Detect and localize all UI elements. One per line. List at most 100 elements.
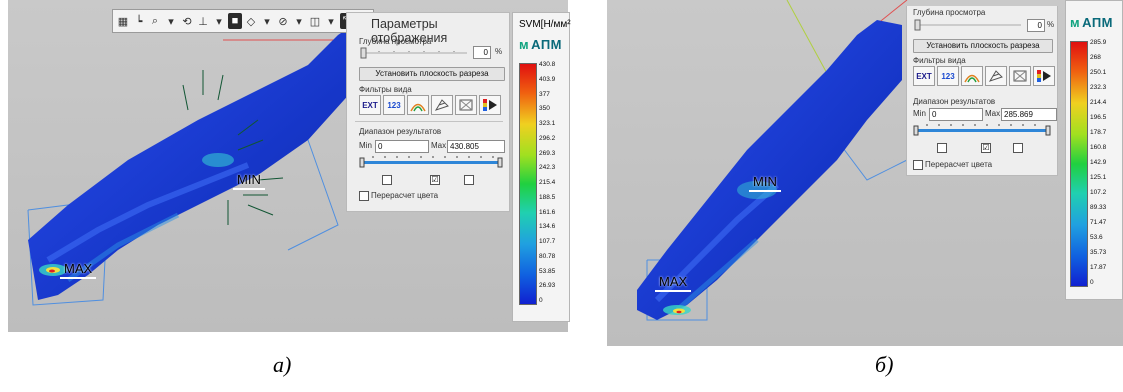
legend-tick-label: 17.87 [1090, 264, 1107, 271]
legend-tick-label: 430.8 [539, 61, 556, 68]
apm-logo-icon: ᴍ [519, 37, 530, 52]
min-marker: MIN [749, 174, 781, 192]
legend-tick-label: 269.3 [539, 149, 556, 157]
range-slider[interactable] [359, 154, 503, 168]
section-icon[interactable]: ◫ [308, 13, 322, 29]
legend-tick-label: 242.3 [539, 164, 556, 172]
legend-unit: SVM[Н/мм² [519, 19, 571, 30]
max-marker: MAX [59, 261, 97, 279]
filter-play-icon[interactable] [479, 95, 501, 115]
recalc-color-label: Перерасчет цвета [925, 160, 993, 169]
legend-tick-label: 0 [539, 297, 543, 304]
checkbox-2[interactable]: ☑ [981, 143, 991, 153]
filter-123-button[interactable]: 123 [383, 95, 405, 115]
legend-tick-label: 350 [539, 105, 550, 113]
legend-tick-label: 250.1 [1090, 69, 1107, 76]
orientation-icon[interactable]: ⊥ [196, 13, 210, 29]
legend-tick-label: 26.93 [539, 282, 556, 290]
legend-tick-label: 89.33 [1090, 204, 1107, 211]
depth-input[interactable]: 0 [1027, 19, 1045, 32]
recalc-color-checkbox[interactable] [913, 160, 923, 170]
filter-contour-icon[interactable] [407, 95, 429, 115]
depth-unit: % [495, 47, 503, 56]
display-params-panel: Глубина просмотра 0 % Установить плоскос… [906, 6, 1058, 176]
min-input[interactable]: 0 [375, 140, 429, 153]
depth-slider[interactable] [913, 18, 1023, 32]
max-label: Max [431, 141, 447, 150]
dropdown-arrow-icon[interactable]: ▾ [292, 13, 306, 29]
wireframe-view-icon[interactable]: ◇ [244, 13, 258, 29]
legend-tick-label: 285.9 [1090, 39, 1107, 46]
axes-icon[interactable]: ┕ [132, 13, 146, 29]
filter-mesh-icon[interactable] [985, 66, 1007, 86]
depth-label: Глубина просмотра [913, 8, 986, 17]
color-legend-a: SVM[Н/мм² ᴍ АПМ 430.8 403.9 377 350 323.1 296.… [512, 12, 571, 322]
caption-b: б) [875, 352, 894, 377]
results-range-label: Диапазон результатов [913, 97, 996, 106]
legend-tick-label: 403.9 [539, 75, 556, 83]
min-label: Min [913, 109, 926, 118]
depth-label: Глубина просмотра [359, 37, 432, 46]
apm-logo: ᴍ АПМ [1070, 15, 1113, 30]
filter-123-button[interactable]: 123 [937, 66, 959, 86]
view-toolbar: ▦ ┕ ⌕ ▾ ⟲ ⊥ ▾ ■ ◇ ▾ ⊘ ▾ ◫ ▾ ⤡ ⋮ [112, 9, 374, 33]
dropdown-arrow-icon[interactable]: ▾ [260, 13, 274, 29]
zoom-icon[interactable]: ⌕ [148, 13, 162, 29]
set-section-plane-button[interactable]: Установить плоскость разреза [359, 67, 505, 81]
filter-wire-icon[interactable] [455, 95, 477, 115]
shaded-view-icon[interactable]: ■ [228, 13, 242, 29]
set-section-plane-button[interactable]: Установить плоскость разреза [913, 39, 1053, 53]
legend-tick-label: 53.85 [539, 267, 556, 275]
apm-brand-text: АПМ [531, 37, 563, 52]
checkbox-3[interactable] [1013, 143, 1023, 153]
display-params-panel: Параметры отображения Глубина просмотра … [346, 12, 510, 212]
range-slider[interactable] [913, 122, 1051, 136]
max-input[interactable]: 430.805 [447, 140, 505, 153]
dropdown-arrow-icon[interactable]: ▾ [212, 13, 226, 29]
legend-color-bar [1070, 41, 1088, 287]
legend-color-bar [519, 63, 537, 305]
dropdown-arrow-icon[interactable]: ▾ [164, 13, 178, 29]
rotate-icon[interactable]: ⟲ [180, 13, 194, 29]
filter-contour-icon[interactable] [961, 66, 983, 86]
figure-a: MIN MAX ▦ ┕ ⌕ ▾ ⟲ ⊥ ▾ ■ ◇ ▾ ⊘ ▾ ◫ ▾ ⤡ ⋮ … [8, 0, 571, 377]
checkbox-3[interactable] [464, 175, 474, 185]
apm-logo-icon: ᴍ [1070, 15, 1081, 30]
dropdown-arrow-icon[interactable]: ▾ [324, 13, 338, 29]
legend-tick-label: 80.78 [539, 252, 556, 260]
max-input[interactable]: 285.869 [1001, 108, 1057, 121]
view-filters-label: Фильтры вида [359, 85, 412, 94]
depth-slider[interactable] [359, 46, 469, 60]
min-input[interactable]: 0 [929, 108, 983, 121]
legend-tick-label: 161.6 [539, 208, 556, 216]
legend-tick-label: 125.1 [1090, 174, 1107, 181]
legend-tick-label: 107.2 [1090, 189, 1107, 196]
checkbox-1[interactable] [382, 175, 392, 185]
figure-b: MIN MAX Глубина просмотра 0 % Установить… [607, 0, 1123, 377]
checkbox-1[interactable] [937, 143, 947, 153]
grid-icon[interactable]: ▦ [116, 13, 130, 29]
depth-unit: % [1047, 20, 1055, 29]
filter-wire-icon[interactable] [1009, 66, 1031, 86]
legend-tick-label: 377 [539, 90, 550, 98]
legend-tick-label: 142.9 [1090, 159, 1107, 166]
filter-ext-button[interactable]: EXT [913, 66, 935, 86]
min-label: Min [359, 141, 372, 150]
filter-ext-button[interactable]: EXT [359, 95, 381, 115]
results-range-label: Диапазон результатов [359, 127, 442, 136]
legend-tick-label: 323.1 [539, 120, 556, 127]
legend-tick-label: 214.4 [1090, 99, 1107, 106]
filter-mesh-icon[interactable] [431, 95, 453, 115]
legend-tick-label: 134.6 [539, 223, 556, 231]
legend-tick-label: 71.47 [1090, 219, 1107, 226]
separator [355, 121, 503, 122]
recalc-color-checkbox[interactable] [359, 191, 369, 201]
depth-input[interactable]: 0 [473, 46, 491, 59]
hide-icon[interactable]: ⊘ [276, 13, 290, 29]
min-marker: MIN [233, 172, 265, 190]
filter-play-icon[interactable] [1033, 66, 1055, 86]
legend-tick-label: 296.2 [539, 134, 556, 142]
caption-a: а) [273, 352, 292, 377]
legend-tick-label: 53.6 [1090, 234, 1103, 241]
checkbox-2[interactable]: ☑ [430, 175, 440, 185]
